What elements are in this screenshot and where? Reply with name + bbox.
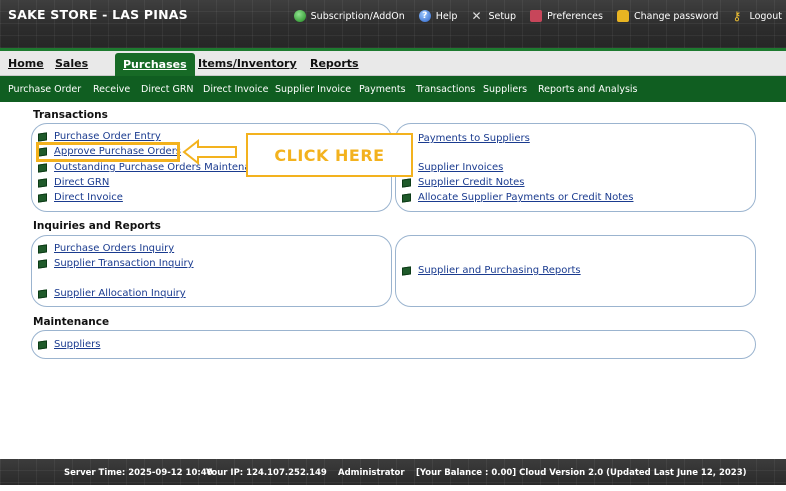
server-time: Server Time: 2025-09-12 10:40 — [64, 468, 213, 478]
tab-reports[interactable]: Reports — [310, 57, 359, 70]
link-suppliers[interactable]: Suppliers — [38, 339, 100, 350]
book-icon — [402, 177, 411, 188]
book-icon — [38, 339, 47, 350]
subnav-direct-invoice[interactable]: Direct Invoice — [203, 84, 268, 95]
user-ip: Your IP: 124.107.252.149 — [206, 468, 327, 478]
inquiries-heading: Inquiries and Reports — [33, 220, 161, 232]
change-password-link[interactable]: Change password — [616, 10, 719, 22]
callout-arrow-icon — [182, 139, 237, 165]
link-purchase-order-entry[interactable]: Purchase Order Entry — [38, 131, 161, 142]
subnav-receive[interactable]: Receive — [93, 84, 130, 95]
subscription-icon — [293, 10, 306, 22]
link-supplier-transaction-inquiry[interactable]: Supplier Transaction Inquiry — [38, 258, 194, 269]
subnav-supplier-invoice[interactable]: Supplier Invoice — [275, 84, 351, 95]
link-supplier-invoices[interactable]: Supplier Invoices — [402, 162, 503, 173]
help-icon: ? — [418, 10, 431, 22]
book-icon — [402, 265, 411, 276]
setup-link[interactable]: ✕ Setup — [471, 10, 516, 22]
tab-purchases[interactable]: Purchases — [115, 53, 195, 76]
main-nav: Home Sales Purchases Items/Inventory Rep… — [0, 51, 786, 76]
help-label: Help — [435, 10, 458, 22]
callout-text: CLICK HERE — [274, 145, 385, 165]
book-icon — [38, 162, 47, 173]
subnav-reports-analysis[interactable]: Reports and Analysis — [538, 84, 638, 95]
setup-label: Setup — [488, 10, 517, 22]
setup-icon: ✕ — [471, 9, 482, 23]
help-link[interactable]: ? Help — [418, 10, 458, 22]
book-icon — [402, 192, 411, 203]
tab-home[interactable]: Home — [8, 57, 44, 70]
highlight-box — [36, 142, 180, 162]
lock-icon — [616, 10, 629, 22]
tab-sales[interactable]: Sales — [55, 57, 88, 70]
link-supplier-allocation-inquiry[interactable]: Supplier Allocation Inquiry — [38, 288, 186, 299]
link-direct-grn[interactable]: Direct GRN — [38, 177, 109, 188]
tab-items-inventory[interactable]: Items/Inventory — [198, 57, 297, 70]
book-icon — [38, 243, 47, 254]
link-purchase-orders-inquiry[interactable]: Purchase Orders Inquiry — [38, 243, 174, 254]
user-role: Administrator — [338, 468, 405, 478]
store-title: SAKE STORE - LAS PINAS — [8, 7, 188, 22]
transactions-heading: Transactions — [33, 109, 108, 121]
book-icon — [38, 288, 47, 299]
top-header: SAKE STORE - LAS PINAS Subscription/AddO… — [0, 0, 786, 48]
preferences-link[interactable]: Preferences — [530, 10, 603, 22]
maintenance-heading: Maintenance — [33, 316, 110, 328]
footer-bar: Server Time: 2025-09-12 10:40 Your IP: 1… — [0, 459, 786, 485]
link-supplier-purchasing-reports[interactable]: Supplier and Purchasing Reports — [402, 265, 581, 276]
subnav-purchase-order[interactable]: Purchase Order — [8, 84, 81, 95]
key-icon: ⚷ — [732, 9, 742, 23]
subscription-label: Subscription/AddOn — [310, 10, 405, 22]
link-supplier-credit-notes[interactable]: Supplier Credit Notes — [402, 177, 525, 188]
link-payments-to-suppliers[interactable]: Payments to Suppliers — [402, 133, 530, 144]
book-icon — [38, 192, 47, 203]
preferences-label: Preferences — [547, 10, 603, 22]
header-links: Subscription/AddOn ? Help ✕ Setup Prefer… — [280, 8, 786, 24]
subscription-link[interactable]: Subscription/AddOn — [293, 10, 405, 22]
maintenance-panel — [31, 330, 756, 359]
subnav-transactions[interactable]: Transactions — [416, 84, 475, 95]
book-icon — [38, 177, 47, 188]
subnav-suppliers[interactable]: Suppliers — [483, 84, 527, 95]
link-direct-invoice[interactable]: Direct Invoice — [38, 192, 123, 203]
book-icon — [38, 131, 47, 142]
link-allocate-supplier-payments[interactable]: Allocate Supplier Payments or Credit Not… — [402, 192, 633, 203]
logout-link[interactable]: ⚷ Logout — [732, 10, 782, 22]
balance-version: [Your Balance : 0.00] Cloud Version 2.0 … — [416, 468, 747, 478]
subnav-direct-grn[interactable]: Direct GRN — [141, 84, 194, 95]
preferences-icon — [530, 10, 543, 22]
book-icon — [38, 258, 47, 269]
subnav-payments[interactable]: Payments — [359, 84, 406, 95]
logout-label: Logout — [749, 10, 782, 22]
change-password-label: Change password — [633, 10, 719, 22]
sub-nav: Purchase Order Receive Direct GRN Direct… — [0, 76, 786, 102]
click-here-callout: CLICK HERE — [246, 133, 413, 177]
